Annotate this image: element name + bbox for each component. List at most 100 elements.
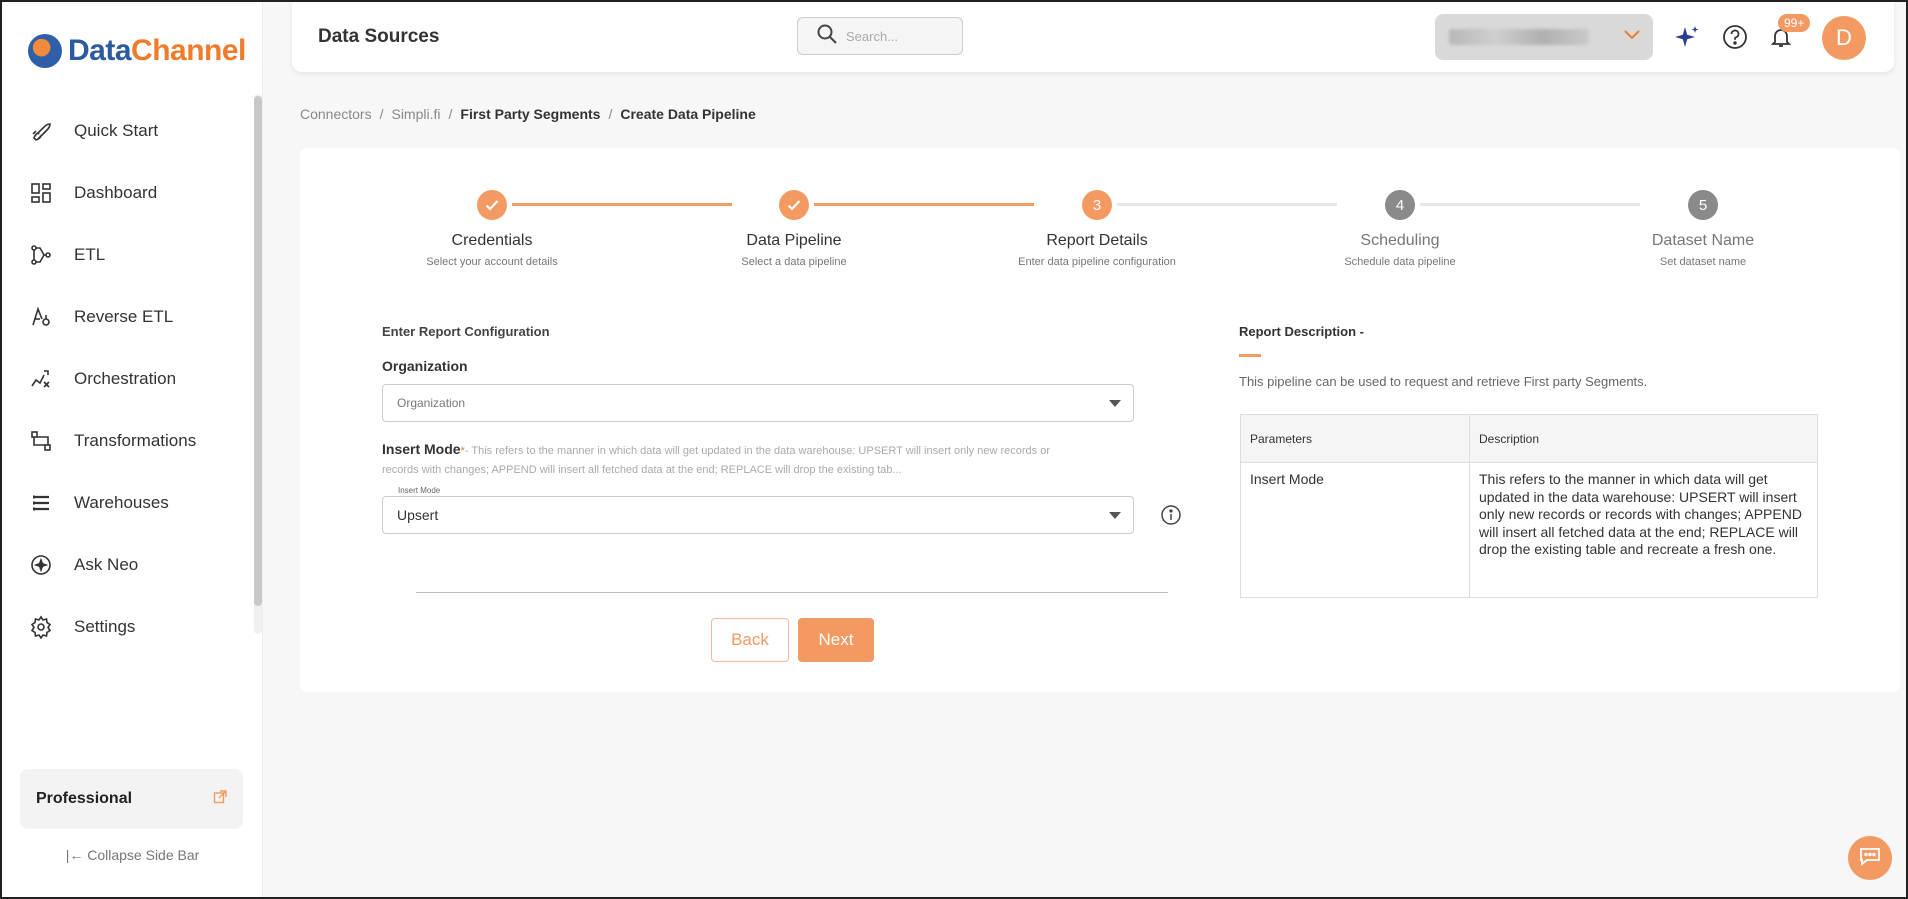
step-title: Report Details: [1046, 232, 1148, 249]
sidebar-item-orchestration[interactable]: Orchestration: [2, 348, 252, 410]
breadcrumb-separator: /: [608, 106, 613, 122]
organization-label: Organization: [382, 358, 468, 374]
report-description-title: Report Description -: [1239, 324, 1364, 339]
search-input[interactable]: Search...: [797, 17, 963, 55]
step-subtitle: Set dataset name: [1659, 256, 1747, 268]
insert-mode-value: Upsert: [397, 507, 439, 523]
sidebar-item-dashboard[interactable]: Dashboard: [2, 162, 252, 224]
sidebar-item-ask-neo[interactable]: Ask Neo: [2, 534, 252, 596]
reverse-etl-icon: [28, 304, 54, 330]
organization-placeholder: Organization: [397, 396, 466, 410]
avatar[interactable]: D: [1822, 16, 1866, 60]
help-icon[interactable]: [1720, 22, 1750, 52]
breadcrumb-create-pipeline: Create Data Pipeline: [620, 106, 756, 122]
step-1-check-icon: [477, 190, 507, 220]
form-heading: Enter Report Configuration: [382, 324, 550, 339]
step-4-number: 4: [1385, 190, 1415, 220]
insert-mode-select[interactable]: Upsert: [382, 496, 1134, 534]
table-row: Insert Mode This refers to the manner in…: [1240, 462, 1818, 598]
sidebar-item-label: Quick Start: [74, 121, 159, 140]
sidebar-item-quick-start[interactable]: Quick Start: [2, 100, 252, 162]
collapse-icon: |←: [65, 847, 88, 863]
breadcrumb-connectors[interactable]: Connectors: [300, 106, 372, 122]
sidebar-item-label: Reverse ETL: [74, 307, 174, 326]
ask-neo-icon: [28, 552, 54, 578]
next-button[interactable]: Next: [798, 618, 874, 662]
gear-icon: [28, 614, 54, 640]
chat-icon: [1858, 845, 1882, 872]
workspace-selector[interactable]: [1435, 14, 1653, 60]
step-3-number: 3: [1082, 190, 1112, 220]
sidebar-item-label: Transformations: [74, 431, 197, 450]
transformations-icon: [28, 428, 54, 454]
caret-down-icon: [1109, 399, 1121, 407]
organization-select[interactable]: Organization: [382, 384, 1134, 422]
collapse-sidebar-button[interactable]: |← Collapse Side Bar: [2, 847, 263, 863]
report-description-underline: [1239, 354, 1261, 357]
workspace-name-redacted: [1449, 29, 1589, 45]
chat-support-button[interactable]: [1848, 836, 1892, 880]
datachannel-logo[interactable]: DataChannel: [28, 34, 246, 68]
breadcrumb-separator: /: [448, 106, 453, 122]
step-connector: [1117, 203, 1337, 206]
insert-mode-help: Insert Mode*- This refers to the manner …: [382, 440, 1082, 480]
table-header: Description: [1469, 414, 1818, 463]
notifications-badge: 99+: [1778, 14, 1811, 32]
sidebar-item-transformations[interactable]: Transformations: [2, 410, 252, 472]
chevron-down-icon: [1623, 28, 1641, 46]
breadcrumb: Connectors / Simpli.fi / First Party Seg…: [300, 106, 756, 122]
step-subtitle: Select a data pipeline: [741, 256, 847, 268]
sidebar-item-label: Dashboard: [74, 183, 158, 202]
step-5-number: 5: [1688, 190, 1718, 220]
form-divider: [416, 592, 1168, 593]
table-cell: This refers to the manner in which data …: [1469, 462, 1818, 598]
caret-down-icon: [1109, 511, 1121, 519]
logo-text: DataChannel: [68, 34, 246, 67]
sidebar: DataChannel Quick Start Dashboard ETL Re…: [2, 2, 263, 897]
step-2-check-icon: [779, 190, 809, 220]
breadcrumb-simplifi[interactable]: Simpli.fi: [391, 106, 440, 122]
orchestration-icon: [28, 366, 54, 392]
logo-mark-icon: [28, 34, 62, 68]
insert-mode-help-text: - This refers to the manner in which dat…: [382, 445, 1050, 476]
table-header: Parameters: [1240, 414, 1470, 463]
sidebar-item-settings[interactable]: Settings: [2, 596, 252, 658]
rocket-icon: [28, 118, 54, 144]
sidebar-item-etl[interactable]: ETL: [2, 224, 252, 286]
external-link-icon[interactable]: [213, 789, 227, 809]
step-subtitle: Select your account details: [426, 256, 558, 268]
plan-box[interactable]: Professional: [20, 769, 243, 829]
step-subtitle: Enter data pipeline configuration: [1018, 256, 1176, 268]
sidebar-item-reverse-etl[interactable]: Reverse ETL: [2, 286, 252, 348]
search-icon: [816, 23, 838, 50]
parameters-table: Parameters Description Insert Mode This …: [1240, 414, 1818, 598]
sidebar-item-label: Warehouses: [74, 493, 169, 512]
sidebar-nav: Quick Start Dashboard ETL Reverse ETL Or…: [2, 100, 252, 658]
report-description-text: This pipeline can be used to request and…: [1239, 374, 1648, 389]
table-cell: Insert Mode: [1240, 462, 1470, 598]
top-header: Data Sources Search... 99+ D: [292, 2, 1894, 72]
dashboard-icon: [28, 180, 54, 206]
page-title: Data Sources: [318, 26, 440, 47]
info-icon[interactable]: [1160, 504, 1182, 531]
warehouses-icon: [28, 490, 54, 516]
back-button[interactable]: Back: [711, 618, 789, 662]
collapse-label: Collapse Side Bar: [87, 847, 200, 863]
table-header-row: Parameters Description: [1240, 414, 1818, 463]
sidebar-item-warehouses[interactable]: Warehouses: [2, 472, 252, 534]
sparkle-icon[interactable]: [1672, 22, 1702, 52]
step-connector: [512, 203, 732, 206]
step-title: Dataset Name: [1651, 232, 1755, 249]
sidebar-item-label: Settings: [74, 617, 136, 636]
sidebar-scrollbar-thumb[interactable]: [254, 96, 262, 606]
stepper: 3 4 5 Credentials Data Pipeline Report D…: [300, 188, 1900, 278]
step-title: Data Pipeline: [746, 232, 842, 249]
breadcrumb-first-party-segments[interactable]: First Party Segments: [460, 106, 600, 122]
sidebar-item-label: Orchestration: [74, 369, 177, 388]
insert-mode-label: Insert Mode: [382, 441, 461, 457]
step-title: Scheduling: [1360, 232, 1440, 249]
step-subtitle: Schedule data pipeline: [1344, 256, 1456, 268]
breadcrumb-separator: /: [379, 106, 384, 122]
pipeline-panel: 3 4 5 Credentials Data Pipeline Report D…: [300, 148, 1900, 692]
step-connector: [814, 203, 1034, 206]
